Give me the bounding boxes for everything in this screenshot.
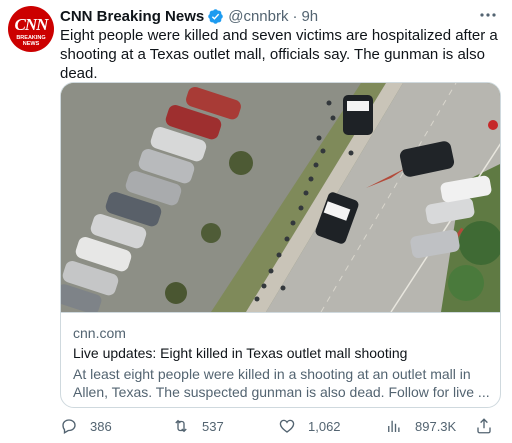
avatar[interactable]: CNN BREAKING NEWS	[8, 6, 54, 52]
display-name[interactable]: CNN Breaking News	[60, 8, 204, 25]
retweet-button[interactable]: 537	[172, 415, 224, 437]
cnn-logo: CNN	[14, 15, 49, 34]
card-body[interactable]: cnn.com Live updates: Eight killed in Te…	[61, 312, 500, 407]
reply-count: 386	[90, 418, 112, 434]
more-options-icon[interactable]	[478, 6, 498, 24]
view-count: 897.3K	[415, 418, 457, 434]
aerial-photo-image[interactable]	[61, 83, 501, 312]
user-handle[interactable]: @cnnbrk	[228, 8, 288, 25]
share-icon	[477, 418, 491, 434]
link-card[interactable]: cnn.com Live updates: Eight killed in Te…	[60, 82, 501, 408]
share-button[interactable]	[475, 415, 493, 437]
views-bar-chart-icon	[388, 420, 400, 432]
breaking-news-logo-text: BREAKING NEWS	[16, 35, 46, 47]
card-description: At least eight people were killed in a s…	[73, 366, 490, 400]
tweet-header: CNN Breaking News @cnnbrk · 9h	[60, 7, 318, 25]
timestamp[interactable]: 9h	[301, 8, 318, 25]
tweet-text: Eight people were killed and seven victi…	[60, 27, 498, 82]
views-button[interactable]: 897.3K	[385, 415, 456, 437]
tweet[interactable]: CNN BREAKING NEWS CNN Breaking News @cnn…	[0, 0, 512, 443]
verified-badge-icon	[208, 8, 223, 24]
reply-icon	[62, 419, 76, 434]
tweet-actions: 386 537 1,062 897.3K	[60, 415, 502, 437]
like-button[interactable]: 1,062	[278, 415, 341, 437]
reply-button[interactable]: 386	[60, 415, 112, 437]
separator-dot: ·	[292, 7, 298, 25]
retweet-icon	[175, 419, 187, 433]
card-domain: cnn.com	[73, 325, 126, 341]
like-count: 1,062	[308, 418, 341, 434]
card-title[interactable]: Live updates: Eight killed in Texas outl…	[73, 345, 407, 361]
retweet-count: 537	[202, 418, 224, 434]
heart-icon	[279, 419, 295, 433]
